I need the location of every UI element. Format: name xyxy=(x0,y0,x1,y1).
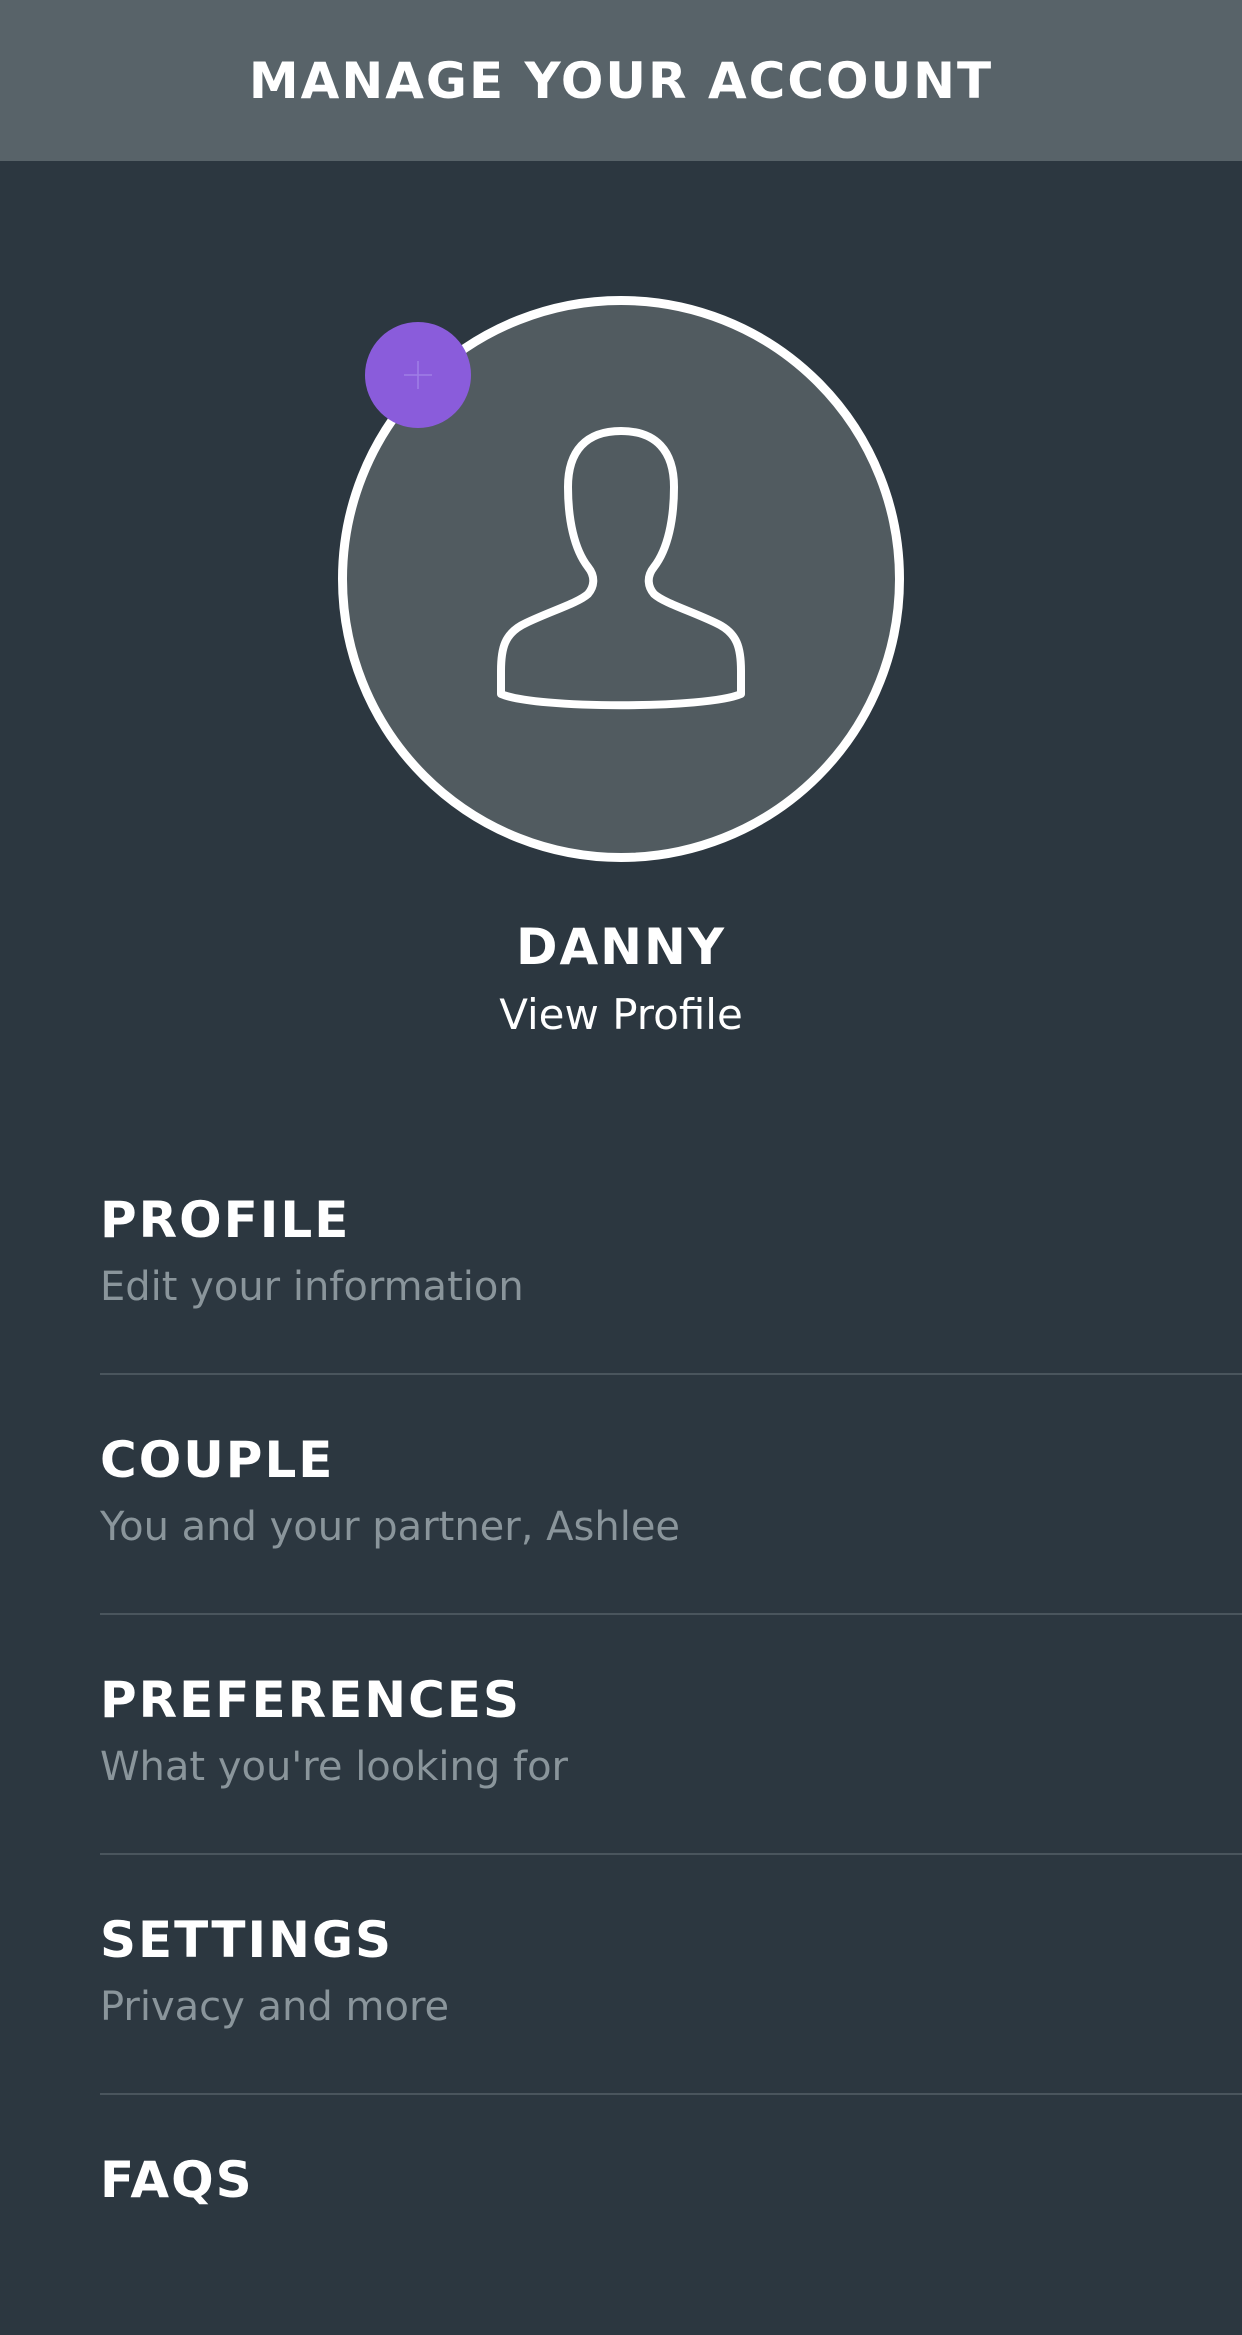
menu-item-profile[interactable]: PROFILE Edit your information xyxy=(100,1135,1242,1375)
menu-item-couple[interactable]: COUPLE You and your partner, Ashlee xyxy=(100,1375,1242,1615)
menu-item-subtitle: Edit your information xyxy=(100,1264,524,1310)
menu-item-settings[interactable]: SETTINGS Privacy and more xyxy=(100,1855,1242,2095)
add-photo-button[interactable] xyxy=(365,322,471,428)
user-name: DANNY xyxy=(515,918,727,976)
menu-item-faqs[interactable]: FAQS xyxy=(100,2095,1242,2335)
menu-item-title: PROFILE xyxy=(100,1191,351,1249)
account-menu: PROFILE Edit your information COUPLE You… xyxy=(100,1135,1242,2335)
plus-icon xyxy=(404,361,432,389)
menu-item-title: FAQS xyxy=(100,2151,254,2209)
app-header: MANAGE YOUR ACCOUNT xyxy=(0,0,1242,161)
avatar-section xyxy=(338,296,904,862)
user-silhouette-icon xyxy=(497,427,745,710)
menu-item-title: SETTINGS xyxy=(100,1911,394,1969)
menu-item-preferences[interactable]: PREFERENCES What you're looking for xyxy=(100,1615,1242,1855)
page-title: MANAGE YOUR ACCOUNT xyxy=(248,51,994,110)
view-profile-link[interactable]: View Profile xyxy=(0,990,1242,1039)
menu-item-subtitle: Privacy and more xyxy=(100,1984,450,2030)
menu-item-title: COUPLE xyxy=(100,1431,335,1489)
menu-item-subtitle: What you're looking for xyxy=(100,1744,568,1790)
menu-item-subtitle: You and your partner, Ashlee xyxy=(100,1504,681,1550)
menu-item-title: PREFERENCES xyxy=(100,1671,521,1729)
